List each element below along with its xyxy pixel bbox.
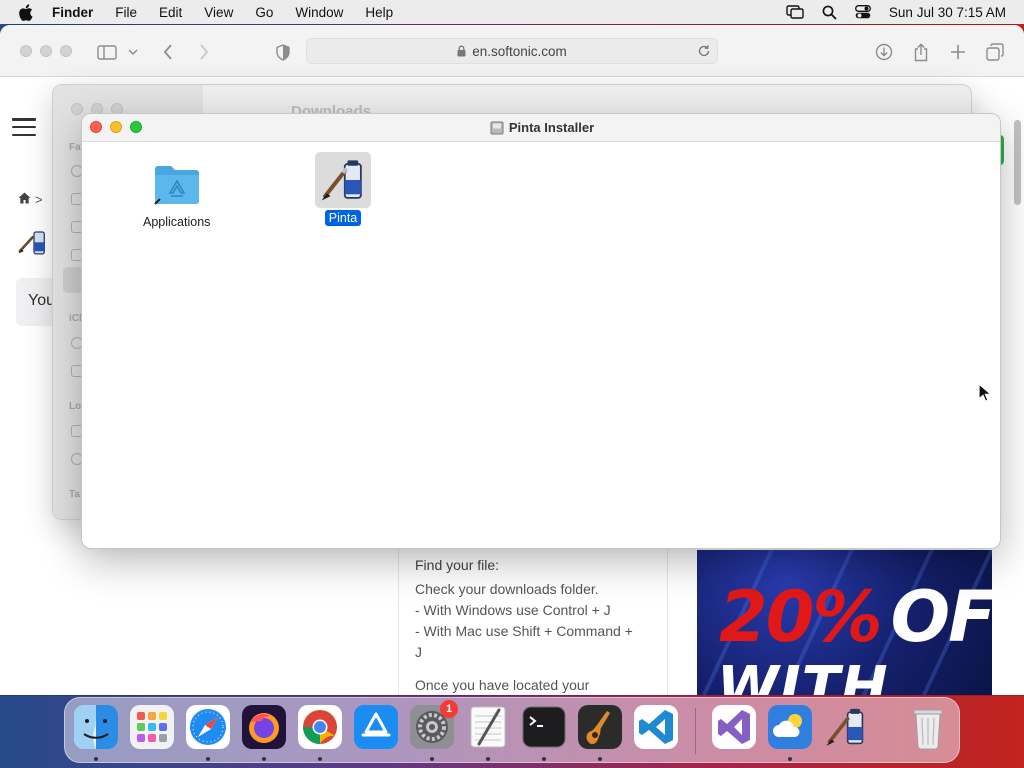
sidebar-section-locations: Lo <box>69 401 82 412</box>
page-scrollbar[interactable] <box>1014 120 1021 205</box>
zoom-button[interactable] <box>60 45 72 57</box>
url-text: en.softonic.com <box>472 43 567 59</box>
close-button[interactable] <box>20 45 32 57</box>
downloads-icon[interactable] <box>874 42 894 62</box>
find-line: Once you have located your <box>415 677 590 693</box>
dock: 1 <box>64 697 960 763</box>
applications-folder-icon <box>149 156 205 212</box>
find-line: J <box>415 644 422 660</box>
share-icon[interactable] <box>911 42 931 62</box>
dock-system-preferences-icon[interactable]: 1 <box>409 700 458 750</box>
menu-edit[interactable]: Edit <box>159 5 182 20</box>
privacy-shield-icon[interactable] <box>273 42 293 62</box>
find-line: - With Mac use Shift + Command + <box>415 623 633 639</box>
menu-file[interactable]: File <box>115 5 137 20</box>
web-card-text: You <box>28 292 55 309</box>
menu-clock[interactable]: Sun Jul 30 7:15 AM <box>889 5 1006 20</box>
installer-window-controls <box>90 121 142 133</box>
breadcrumb-separator: > <box>35 192 43 207</box>
control-center-icon[interactable] <box>854 5 871 19</box>
menu-app-finder[interactable]: Finder <box>52 5 93 20</box>
menu-go[interactable]: Go <box>255 5 273 20</box>
home-icon[interactable] <box>18 192 31 207</box>
new-tab-icon[interactable] <box>948 42 968 62</box>
find-title: Find your file: <box>415 557 500 573</box>
reload-icon[interactable] <box>697 44 711 58</box>
hamburger-menu-icon[interactable] <box>12 118 36 136</box>
notification-badge: 1 <box>440 700 458 718</box>
disk-image-icon <box>490 121 504 135</box>
minimize-button[interactable] <box>110 121 122 133</box>
screen-mirroring-icon[interactable] <box>786 5 804 19</box>
find-line: Check your downloads folder. <box>415 581 599 597</box>
dock-launchpad-icon[interactable] <box>129 704 175 750</box>
dock-trash-icon[interactable] <box>905 704 951 750</box>
menu-view[interactable]: View <box>204 5 233 20</box>
dock-visual-studio-icon[interactable] <box>711 704 757 750</box>
dock-vscode-icon[interactable] <box>633 704 679 750</box>
pinta-app-item[interactable]: Pinta <box>315 152 371 226</box>
breadcrumb: > <box>18 192 43 207</box>
back-icon[interactable] <box>158 42 178 62</box>
safari-toolbar: en.softonic.com <box>0 25 1024 77</box>
applications-folder-item[interactable]: Applications <box>139 156 214 230</box>
pinta-installer-window: Pinta Installer Applications Pinta <box>81 113 1001 549</box>
forward-icon[interactable] <box>194 42 214 62</box>
address-bar[interactable]: en.softonic.com <box>306 38 718 64</box>
dock-chrome-icon[interactable] <box>297 704 343 750</box>
lock-icon <box>457 45 466 57</box>
sidebar-section-icloud: iCl <box>69 313 82 324</box>
dock-safari-icon[interactable] <box>185 704 231 750</box>
dock-separator <box>695 708 696 754</box>
ad-off: OFF <box>890 576 992 658</box>
sidebar-section-tags: Ta <box>69 489 80 500</box>
dock-weather-icon[interactable] <box>767 704 813 750</box>
menu-window[interactable]: Window <box>295 5 343 20</box>
dock-garageband-icon[interactable] <box>577 704 623 750</box>
sidebar-toggle-icon[interactable] <box>97 42 117 62</box>
sidebar-section-favorites: Fa <box>69 142 81 153</box>
dock-pinta-icon[interactable] <box>823 704 869 750</box>
minimize-button[interactable] <box>40 45 52 57</box>
chevron-down-icon[interactable] <box>126 42 140 62</box>
ad-percent: 20% <box>719 576 883 658</box>
ad-headline: 20%OFF <box>719 582 992 652</box>
tab-overview-icon[interactable] <box>985 42 1005 62</box>
installer-titlebar: Pinta Installer <box>82 114 1000 142</box>
close-button[interactable] <box>90 121 102 133</box>
menu-help[interactable]: Help <box>365 5 393 20</box>
apple-menu-icon[interactable] <box>18 3 36 21</box>
applications-label: Applications <box>143 215 211 229</box>
dock-firefox-icon[interactable] <box>241 704 287 750</box>
advertisement-banner[interactable]: 20%OFF WITH CODE: <box>697 550 992 695</box>
menu-bar: Finder File Edit View Go Window Help Sun… <box>0 0 1024 24</box>
dock-finder-icon[interactable] <box>73 704 119 750</box>
spotlight-search-icon[interactable] <box>822 5 837 20</box>
pinta-thumbnail-icon <box>16 223 52 262</box>
dock-app-store-icon[interactable] <box>353 704 399 750</box>
dock-textedit-icon[interactable] <box>465 704 511 750</box>
find-your-file-section: Find your file: Check your downloads fol… <box>398 548 668 695</box>
safari-window-controls <box>20 45 72 57</box>
find-line: - With Windows use Control + J <box>415 602 611 618</box>
pinta-app-icon <box>315 152 371 208</box>
zoom-button[interactable] <box>130 121 142 133</box>
dock-terminal-icon[interactable] <box>521 704 567 750</box>
pinta-label: Pinta <box>324 210 362 226</box>
installer-title: Pinta Installer <box>508 120 595 135</box>
mouse-cursor-icon <box>978 382 993 406</box>
ad-code: WITH CODE: <box>717 655 889 696</box>
